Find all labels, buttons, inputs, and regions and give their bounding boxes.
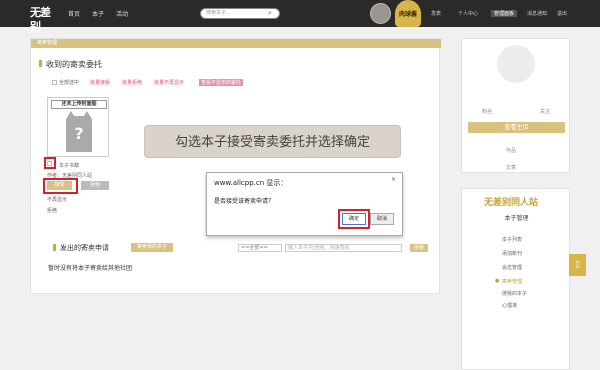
batch-accept-link[interactable]: 批量接受 [90,79,110,86]
user-avatar[interactable] [370,3,391,24]
dialog-title: www.allcpp.cn 显示： [214,179,288,187]
filter-input[interactable]: 输入本子/社团名，快速查找 [285,244,402,252]
batch-hide-link[interactable]: 批量不再显示 [154,79,184,86]
menu-search-mine[interactable]: 搜我的本子 [502,290,527,297]
ok-highlight [338,209,370,229]
cover-placeholder-text: 还未上传封面图 [51,100,107,109]
nav-events[interactable]: 活动 [116,9,128,18]
top-navbar: 无差别 首页 本子 活动 搜索本子... ⌕ 肉球酱 发表 个人中心 管理面板 … [0,0,600,33]
book-card[interactable]: 还未上传封面图 ? [47,97,109,157]
nav-profile[interactable]: 个人中心 [458,10,478,17]
checkbox-highlight [44,157,56,169]
empty-message: 暂时没有将本子寄卖给其他社团 [48,265,133,272]
dialog-message: 是否接受该寄卖申请？ [214,198,275,205]
select-all-label[interactable]: 全部选中 [59,79,79,86]
profile-card: 粉丝 关注 查看主页 作品 文章 [461,38,570,173]
view-homepage-button[interactable]: 查看主页 [468,122,565,133]
confirm-dialog: www.allcpp.cn 显示： × 是否接受该寄卖申请？ 确定 取消 [206,172,403,236]
site-logo[interactable]: 无差别 [30,6,58,33]
menu-journal[interactable]: 会志管理 [502,264,522,271]
fans-label: 粉丝 [482,109,493,115]
view-hidden-button[interactable]: 查看不显示的委托 [199,79,244,86]
filter-select[interactable]: ==全部== [238,244,282,252]
select-all-checkbox[interactable] [52,80,57,85]
consign-my-book-button[interactable]: 寄卖我的本子 [131,243,173,252]
menu-consignment[interactable]: 寄卖管理 [495,278,522,285]
menu-add-issue[interactable]: 添加新刊 [502,250,522,257]
side-logo: 无差别同人站 [484,197,539,207]
cat-placeholder-icon: ? [66,111,92,152]
panel-header: 寄卖管理 [31,39,441,48]
accept-highlight [43,178,78,194]
articles-label: 文章 [506,165,517,171]
book-management-menu: 无差别同人站 本子管理 本子列表 添加新刊 会志管理 寄卖管理 搜我的本子 心理… [461,188,570,370]
book-title[interactable]: 本子书籍 [59,162,79,169]
instruction-banner: 勾选本子接受寄卖委托并选择确定 [144,125,401,158]
nav-messages[interactable]: 消息通知 [527,10,547,17]
user-badge[interactable]: 肉球酱 [395,0,421,27]
status-text: 拒绝 [47,208,58,214]
consignment-panel: 寄卖管理 收到的寄卖委托 [30,38,441,294]
follow-label: 关注 [540,109,551,115]
search-icon[interactable]: ⌕ [268,9,272,18]
mobile-icon[interactable]: ▯ [569,254,586,276]
nav-logout[interactable]: 退出 [557,10,567,17]
nav-admin[interactable]: 管理面板 [491,10,518,17]
batch-reject-link[interactable]: 批量拒绝 [122,79,142,86]
works-label: 作品 [506,148,517,154]
profile-avatar[interactable] [497,45,535,83]
nav-books[interactable]: 本子 [92,9,104,18]
nav-home[interactable]: 首页 [68,9,80,18]
sent-title: 发出的寄卖申请 [53,244,109,252]
hide-link[interactable]: 不再显示 [47,196,67,203]
filter-search-button[interactable]: 搜索 [410,244,428,252]
menu-heading: 本子管理 [504,215,529,222]
cancel-button[interactable]: 取消 [370,213,394,225]
received-title: 收到的寄卖委托 [39,60,102,69]
menu-book-list[interactable]: 本子列表 [502,236,522,243]
menu-psych[interactable]: 心理准 [502,302,517,309]
reject-button[interactable]: 拒绝 [81,181,109,190]
nav-publish[interactable]: 发表 [431,10,441,17]
close-icon[interactable]: × [391,176,396,183]
